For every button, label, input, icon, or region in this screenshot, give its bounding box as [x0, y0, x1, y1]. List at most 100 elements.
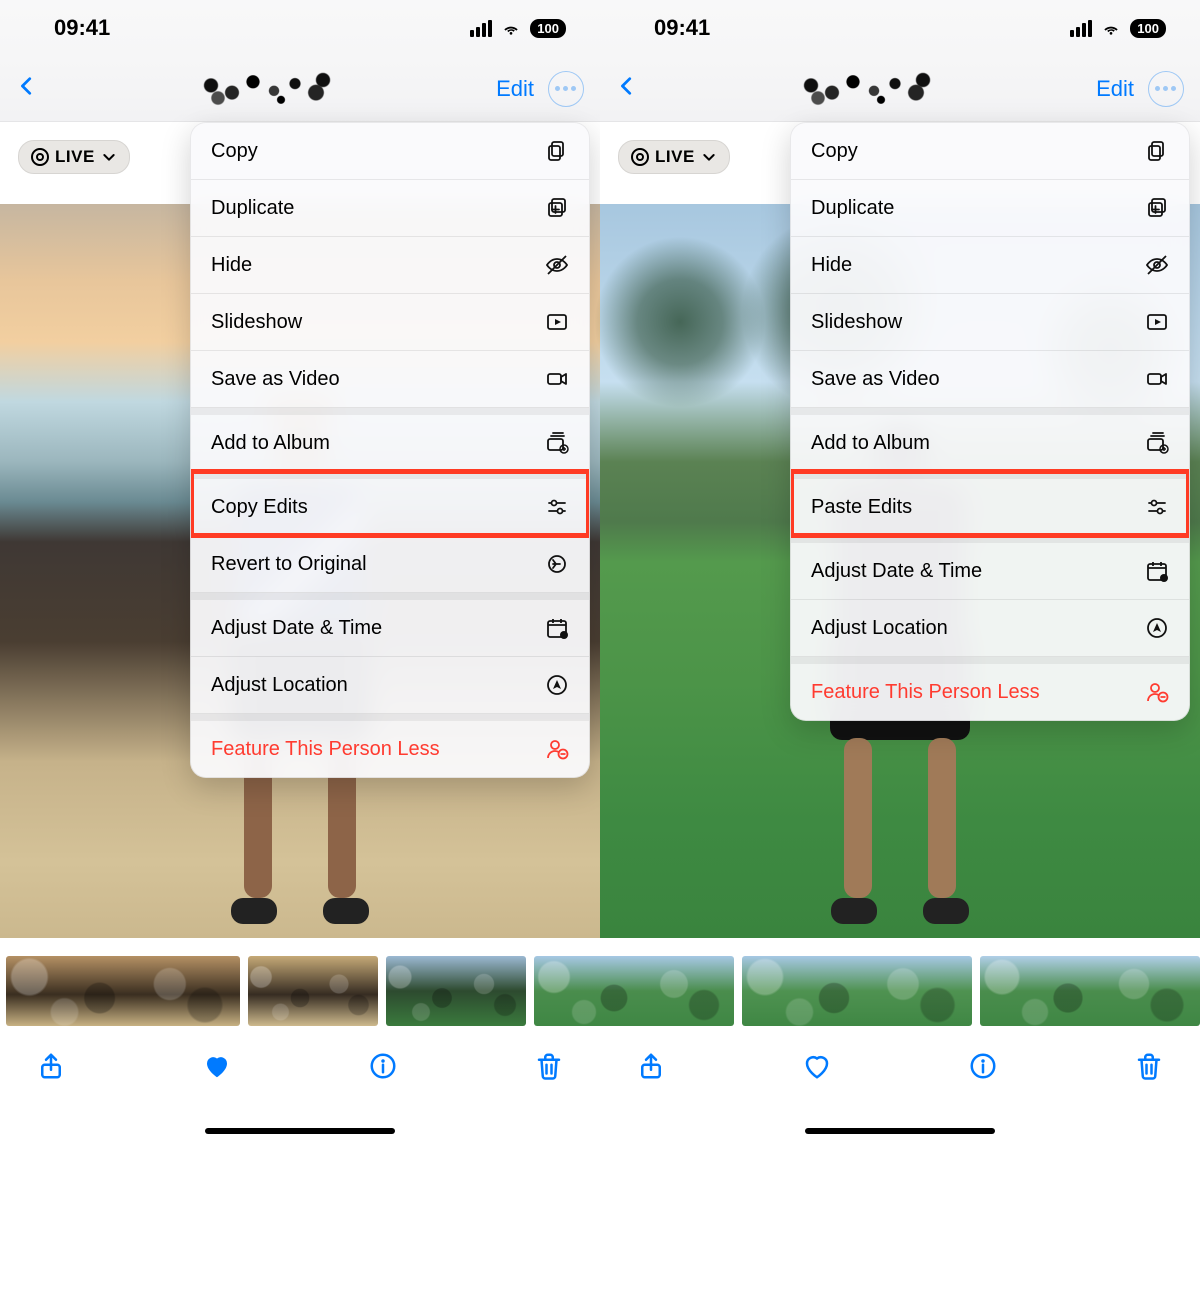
back-button[interactable]	[616, 72, 638, 105]
status-time: 09:41	[654, 15, 710, 41]
menu-item-duplicate[interactable]: Duplicate	[791, 180, 1189, 237]
thumb[interactable]	[980, 956, 1200, 1026]
play-rectangle-icon	[545, 310, 569, 334]
person-minus-icon	[545, 737, 569, 761]
menu-item-label: Revert to Original	[211, 553, 367, 576]
rectangle-stack-plus-icon	[1145, 431, 1169, 455]
revert-icon	[545, 552, 569, 576]
context-menu: Copy Duplicate Hide Slideshow Save as Video A…	[790, 122, 1190, 721]
menu-item-label: Slideshow	[811, 311, 902, 334]
thumb[interactable]	[742, 956, 972, 1026]
battery-badge: 100	[530, 19, 566, 38]
menu-item-add-to-album[interactable]: Add to Album	[791, 407, 1189, 472]
phone-left: 09:41 100 Edit	[0, 0, 600, 938]
menu-item-copy-edits[interactable]: Copy Edits	[191, 471, 589, 536]
home-indicator	[600, 1110, 1200, 1134]
thumb[interactable]	[6, 956, 240, 1026]
doc-on-doc-icon	[545, 139, 569, 163]
trash-button[interactable]	[534, 1051, 564, 1086]
menu-item-adjust-date-time[interactable]: Adjust Date & Time	[191, 592, 589, 657]
menu-item-duplicate[interactable]: Duplicate	[191, 180, 589, 237]
menu-item-save-as-video[interactable]: Save as Video	[191, 351, 589, 408]
menu-item-label: Adjust Location	[211, 674, 348, 697]
plus-square-on-square-icon	[1145, 196, 1169, 220]
menu-item-revert-to-original[interactable]: Revert to Original	[191, 536, 589, 593]
menu-item-label: Slideshow	[211, 311, 302, 334]
menu-item-label: Hide	[811, 254, 852, 277]
page-title-redacted	[797, 71, 937, 107]
menu-item-adjust-date-time[interactable]: Adjust Date & Time	[791, 535, 1189, 600]
video-icon	[545, 367, 569, 391]
menu-item-label: Copy Edits	[211, 496, 308, 519]
menu-item-feature-this-person-less[interactable]: Feature This Person Less	[191, 713, 589, 777]
share-button[interactable]	[36, 1051, 66, 1086]
video-icon	[1145, 367, 1169, 391]
play-rectangle-icon	[1145, 310, 1169, 334]
thumb[interactable]	[248, 956, 378, 1026]
menu-item-label: Adjust Date & Time	[811, 560, 982, 583]
menu-item-label: Paste Edits	[811, 496, 912, 519]
live-badge[interactable]: LIVE	[18, 140, 130, 174]
wifi-icon	[500, 20, 522, 36]
menu-item-label: Duplicate	[811, 197, 894, 220]
nav-header: Edit	[0, 56, 600, 122]
menu-item-hide[interactable]: Hide	[791, 237, 1189, 294]
menu-item-paste-edits[interactable]: Paste Edits	[791, 471, 1189, 536]
edit-button[interactable]: Edit	[1096, 76, 1134, 102]
info-button[interactable]	[368, 1051, 398, 1086]
menu-item-label: Copy	[211, 140, 258, 163]
live-badge[interactable]: LIVE	[618, 140, 730, 174]
phone-right: 09:41 100 Edit	[600, 0, 1200, 938]
more-button[interactable]	[548, 71, 584, 107]
live-label: LIVE	[55, 147, 95, 167]
location-circle-icon	[1145, 616, 1169, 640]
menu-item-label: Hide	[211, 254, 252, 277]
edit-button[interactable]: Edit	[496, 76, 534, 102]
favorite-button[interactable]	[802, 1051, 832, 1086]
slider-paste-icon	[1145, 495, 1169, 519]
menu-item-feature-this-person-less[interactable]: Feature This Person Less	[791, 656, 1189, 720]
rectangle-stack-plus-icon	[545, 431, 569, 455]
home-indicator	[0, 1110, 600, 1134]
battery-badge: 100	[1130, 19, 1166, 38]
photo-viewer[interactable]: LIVE Copy Duplicate Hide Slideshow Save as V…	[600, 122, 1200, 938]
menu-item-label: Add to Album	[811, 432, 930, 455]
cellular-signal-icon	[1070, 20, 1092, 37]
menu-item-label: Feature This Person Less	[211, 738, 440, 761]
plus-square-on-square-icon	[545, 196, 569, 220]
location-circle-icon	[545, 673, 569, 697]
favorite-button[interactable]	[202, 1051, 232, 1086]
status-time: 09:41	[54, 15, 110, 41]
menu-item-add-to-album[interactable]: Add to Album	[191, 407, 589, 472]
menu-item-adjust-location[interactable]: Adjust Location	[191, 657, 589, 714]
menu-item-adjust-location[interactable]: Adjust Location	[791, 600, 1189, 657]
menu-item-slideshow[interactable]: Slideshow	[191, 294, 589, 351]
slider-copy-icon	[545, 495, 569, 519]
menu-item-hide[interactable]: Hide	[191, 237, 589, 294]
info-button[interactable]	[968, 1051, 998, 1086]
menu-item-save-as-video[interactable]: Save as Video	[791, 351, 1189, 408]
context-menu: Copy Duplicate Hide Slideshow Save as Video A…	[190, 122, 590, 778]
cellular-signal-icon	[470, 20, 492, 37]
back-button[interactable]	[16, 72, 38, 105]
menu-item-slideshow[interactable]: Slideshow	[791, 294, 1189, 351]
menu-item-label: Adjust Date & Time	[211, 617, 382, 640]
menu-item-label: Add to Album	[211, 432, 330, 455]
thumb[interactable]	[534, 956, 734, 1026]
photo-viewer[interactable]: LIVE Copy Duplicate Hide Slideshow Save as V…	[0, 122, 600, 938]
menu-item-copy[interactable]: Copy	[191, 123, 589, 180]
person-minus-icon	[1145, 680, 1169, 704]
share-button[interactable]	[636, 1051, 666, 1086]
nav-header: Edit	[600, 56, 1200, 122]
live-icon	[31, 148, 49, 166]
more-button[interactable]	[1148, 71, 1184, 107]
doc-on-doc-icon	[1145, 139, 1169, 163]
thumb[interactable]	[386, 956, 526, 1026]
live-icon	[631, 148, 649, 166]
trash-button[interactable]	[1134, 1051, 1164, 1086]
menu-item-label: Feature This Person Less	[811, 681, 1040, 704]
status-bar: 09:41 100	[0, 0, 600, 56]
photo-filmstrip[interactable]	[0, 938, 1200, 1026]
menu-item-copy[interactable]: Copy	[791, 123, 1189, 180]
eye-slash-icon	[1145, 253, 1169, 277]
